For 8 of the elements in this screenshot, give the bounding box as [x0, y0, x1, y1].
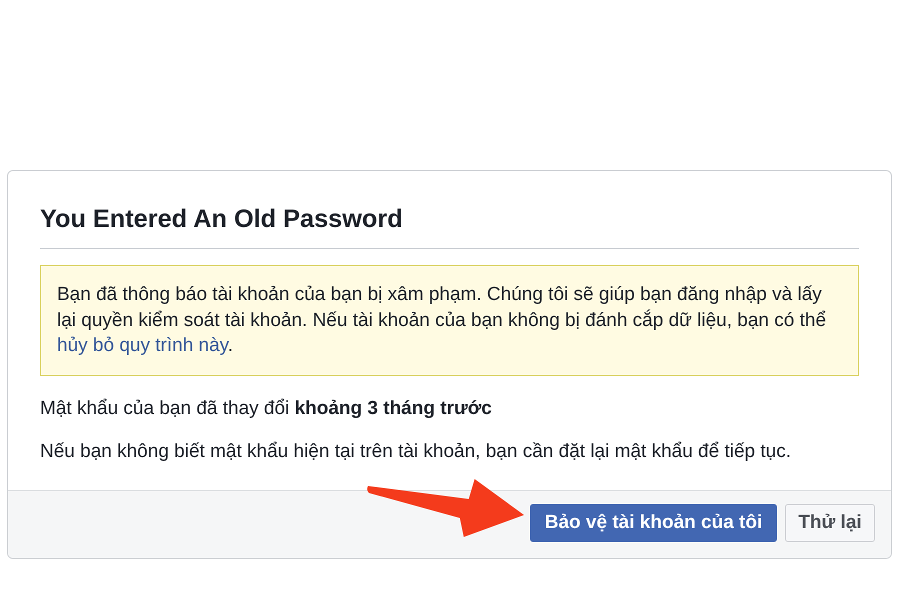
- dialog-title: You Entered An Old Password: [40, 204, 403, 235]
- info-text: Nếu bạn không biết mật khẩu hiện tại trên tài khoản, bạn cần đặt lại mật khẩu để tiếp tục.: [40, 440, 792, 464]
- notice-text: Bạn đã thông báo tài khoản của bạn bị xâm phạm. Chúng tôi sẽ giúp bạn đăng nhập và lấy lại quyền kiểm soát tài khoản. Nếu tài khoản của bạn không bị đánh cắp dữ liệu, bạn có thể hủy bỏ quy trình này.: [40, 265, 859, 376]
- info-text: Mật khẩu của bạn đã thay đổi khoảng 3 tháng trước: [40, 396, 493, 420]
- protect-account-button[interactable]: Bảo vệ tài khoản của tôi: [530, 504, 777, 542]
- cancel-process-link[interactable]: hủy bỏ quy trình này: [57, 335, 228, 356]
- retry-button[interactable]: Thử lại: [785, 504, 875, 542]
- pointer-arrow-icon: [366, 478, 526, 538]
